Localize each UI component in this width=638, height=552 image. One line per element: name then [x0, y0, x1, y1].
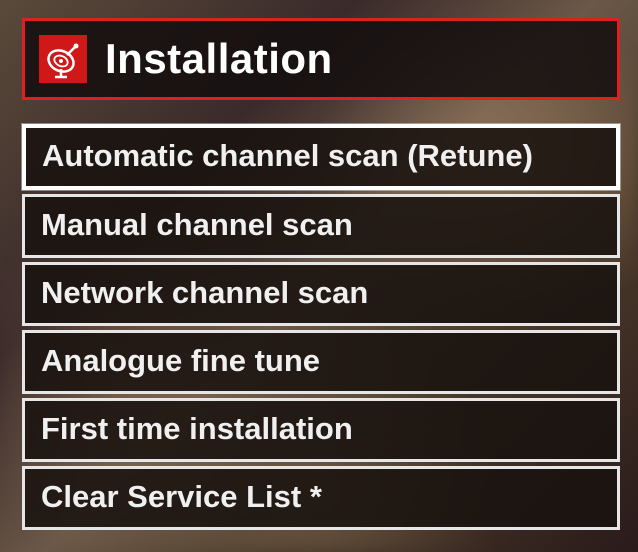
menu-item-label: Manual channel scan [41, 207, 353, 242]
menu-item-label: Automatic channel scan (Retune) [42, 138, 533, 173]
menu-item-manual-channel-scan[interactable]: Manual channel scan [22, 194, 620, 258]
menu-item-label: First time installation [41, 411, 353, 446]
installation-panel: Installation Automatic channel scan (Ret… [22, 18, 620, 530]
menu-item-first-time-installation[interactable]: First time installation [22, 398, 620, 462]
panel-title: Installation [105, 35, 333, 83]
menu-item-analogue-fine-tune[interactable]: Analogue fine tune [22, 330, 620, 394]
menu-item-label: Analogue fine tune [41, 343, 320, 378]
menu-item-label: Network channel scan [41, 275, 368, 310]
panel-header: Installation [22, 18, 620, 100]
menu-item-label: Clear Service List * [41, 479, 322, 514]
menu-item-clear-service-list[interactable]: Clear Service List * [22, 466, 620, 530]
satellite-dish-icon [39, 35, 87, 83]
menu-list: Automatic channel scan (Retune) Manual c… [22, 124, 620, 530]
menu-item-automatic-channel-scan[interactable]: Automatic channel scan (Retune) [22, 124, 620, 190]
menu-item-network-channel-scan[interactable]: Network channel scan [22, 262, 620, 326]
